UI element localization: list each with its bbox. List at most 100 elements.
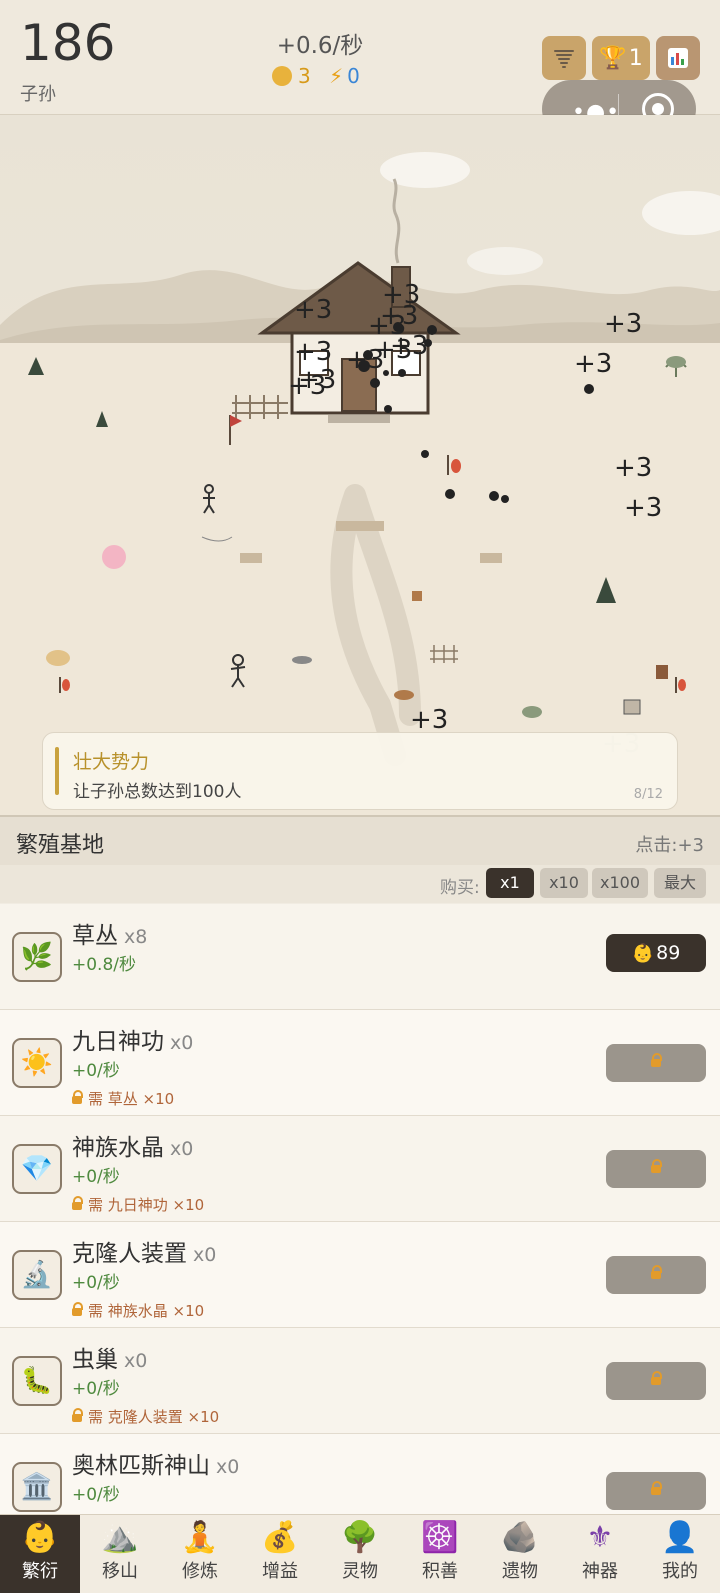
fleur-icon: ⚜ [586, 1520, 614, 1555]
energy-amount: 0 [347, 64, 360, 88]
buy-multiplier-row: 购买: x1 x10 x100 最大 [0, 865, 720, 903]
tap-value: 点击:+3 [635, 835, 704, 856]
item-requirement: 需 神族水晶 ×10 [72, 1300, 204, 1321]
item-name: 克隆人装置 [72, 1241, 187, 1267]
item-name: 虫巢 [72, 1347, 118, 1373]
tree-icon: 🌳 [341, 1520, 379, 1555]
floating-plus: +3 [380, 301, 419, 331]
trophy-count: 1 [628, 45, 643, 71]
list-item: 💎 神族水晶 x0 +0/秒 需 九日神功 ×10 [0, 1116, 720, 1222]
trophy-button[interactable]: 🏆 1 [592, 36, 650, 80]
item-requirement: 需 草丛 ×10 [72, 1088, 174, 1109]
coin-amount: 3 [298, 64, 311, 88]
locked-button[interactable] [606, 1256, 706, 1294]
user-icon: 👤 [661, 1520, 699, 1555]
lock-icon [651, 1159, 662, 1173]
quest-card[interactable]: 壮大势力 让子孙总数达到100人 8/12 [42, 732, 678, 810]
quest-description: 让子孙总数达到100人 [73, 782, 242, 802]
descendant-label: 子孙 [20, 84, 56, 105]
floating-plus: +3 [346, 345, 385, 375]
lock-icon [72, 1302, 83, 1316]
lock-icon [651, 1371, 662, 1385]
cloud [380, 152, 470, 188]
list-item: ☀️ 九日神功 x0 +0/秒 需 草丛 ×10 [0, 1010, 720, 1116]
item-name: 奥林匹斯神山 [72, 1453, 210, 1479]
chart-icon [668, 48, 688, 68]
list-item: 🐛 虫巢 x0 +0/秒 需 克隆人装置 ×10 [0, 1328, 720, 1434]
multiplier-max[interactable]: 最大 [654, 868, 706, 898]
item-rate: +0/秒 [72, 1485, 120, 1505]
multiplier-x10[interactable]: x10 [540, 868, 588, 898]
herb-icon: 🌿 [12, 932, 62, 982]
item-rate: +0/秒 [72, 1379, 120, 1399]
floating-plus: +3 [614, 453, 653, 483]
list-item: 🌿 草丛 x8 +0.8/秒 👶 89 [0, 904, 720, 1010]
locked-button[interactable] [606, 1362, 706, 1400]
item-count: x8 [124, 926, 148, 948]
item-count: x0 [170, 1032, 194, 1054]
baby-icon: 👶 [21, 1520, 59, 1555]
buy-label: 购买: [440, 878, 480, 898]
quest-accent-bar [55, 747, 59, 795]
panel-header: 繁殖基地 点击:+3 [0, 815, 720, 865]
microscope-icon: 🔬 [12, 1250, 62, 1300]
wheel-icon: ☸️ [421, 1520, 459, 1555]
floating-plus: +3 [574, 349, 613, 379]
meditate-icon: 🧘 [181, 1520, 219, 1555]
locked-button[interactable] [606, 1044, 706, 1082]
floating-plus: +3 [390, 331, 429, 361]
quest-progress: 8/12 [633, 787, 663, 802]
nav-cultivate[interactable]: 🧘 修炼 [160, 1515, 240, 1593]
multiplier-x100[interactable]: x100 [592, 868, 648, 898]
floating-plus: +3 [604, 309, 643, 339]
nav-boost[interactable]: 💰 增益 [240, 1515, 320, 1593]
item-requirement: 需 克隆人装置 ×10 [72, 1406, 219, 1427]
floating-plus: +3 [410, 705, 449, 735]
lock-icon [651, 1481, 662, 1495]
bolt-icon: ⚡ [329, 64, 344, 88]
nav-artifacts[interactable]: ⚜ 神器 [560, 1515, 640, 1593]
nav-move-mountain[interactable]: ⛰️ 移山 [80, 1515, 160, 1593]
lock-icon [72, 1408, 83, 1422]
floating-plus: +3 [294, 337, 333, 367]
scene-art [0, 115, 720, 815]
item-requirement: 需 九日神功 ×10 [72, 1194, 204, 1215]
stats-button[interactable] [656, 36, 700, 80]
nav-profile[interactable]: 👤 我的 [640, 1515, 720, 1593]
item-rate: +0/秒 [72, 1167, 120, 1187]
item-rate: +0.8/秒 [72, 955, 137, 975]
nav-relics[interactable]: 🪨 遗物 [480, 1515, 560, 1593]
nav-merit[interactable]: ☸️ 积善 [400, 1515, 480, 1593]
moneybag-icon: 💰 [261, 1520, 299, 1555]
item-rate: +0/秒 [72, 1273, 120, 1293]
lock-icon [72, 1196, 83, 1210]
item-count: x0 [124, 1350, 148, 1372]
bottom-nav: 👶 繁衍 ⛰️ 移山 🧘 修炼 💰 增益 🌳 灵物 ☸️ 积善 🪨 遗物 ⚜ 神器 👤 我的 [0, 1514, 720, 1593]
currency-row: 3 ⚡ 0 [272, 64, 360, 88]
item-count: x0 [216, 1456, 240, 1478]
locked-button[interactable] [606, 1150, 706, 1188]
item-count: x0 [193, 1244, 217, 1266]
item-name: 神族水晶 [72, 1135, 164, 1161]
tornado-icon [554, 50, 574, 68]
lock-icon [651, 1053, 662, 1067]
floating-plus: +3 [624, 493, 663, 523]
game-scene[interactable]: +3 +3 +3 +3 +3 +3 +3 +3 +3 +3 +3 +3 +3 +… [0, 115, 720, 815]
temple-icon: 🏛️ [12, 1462, 62, 1512]
buy-button[interactable]: 👶 89 [606, 934, 706, 972]
floating-plus: +3 [294, 295, 333, 325]
quest-title: 壮大势力 [73, 751, 150, 773]
locked-button[interactable] [606, 1472, 706, 1510]
mountain-icon: ⛰️ [101, 1520, 139, 1555]
tornado-button[interactable] [542, 36, 586, 80]
rock-icon: 🪨 [501, 1520, 539, 1555]
nav-breed[interactable]: 👶 繁衍 [0, 1515, 80, 1593]
list-item: 🏛️ 奥林匹斯神山 x0 +0/秒 [0, 1434, 720, 1514]
lock-icon [72, 1090, 83, 1104]
panel-title: 繁殖基地 [16, 833, 105, 858]
baby-icon: 👶 [631, 942, 655, 964]
nav-spirit[interactable]: 🌳 灵物 [320, 1515, 400, 1593]
item-count: x0 [170, 1138, 194, 1160]
multiplier-x1[interactable]: x1 [486, 868, 534, 898]
worm-icon: 🐛 [12, 1356, 62, 1406]
